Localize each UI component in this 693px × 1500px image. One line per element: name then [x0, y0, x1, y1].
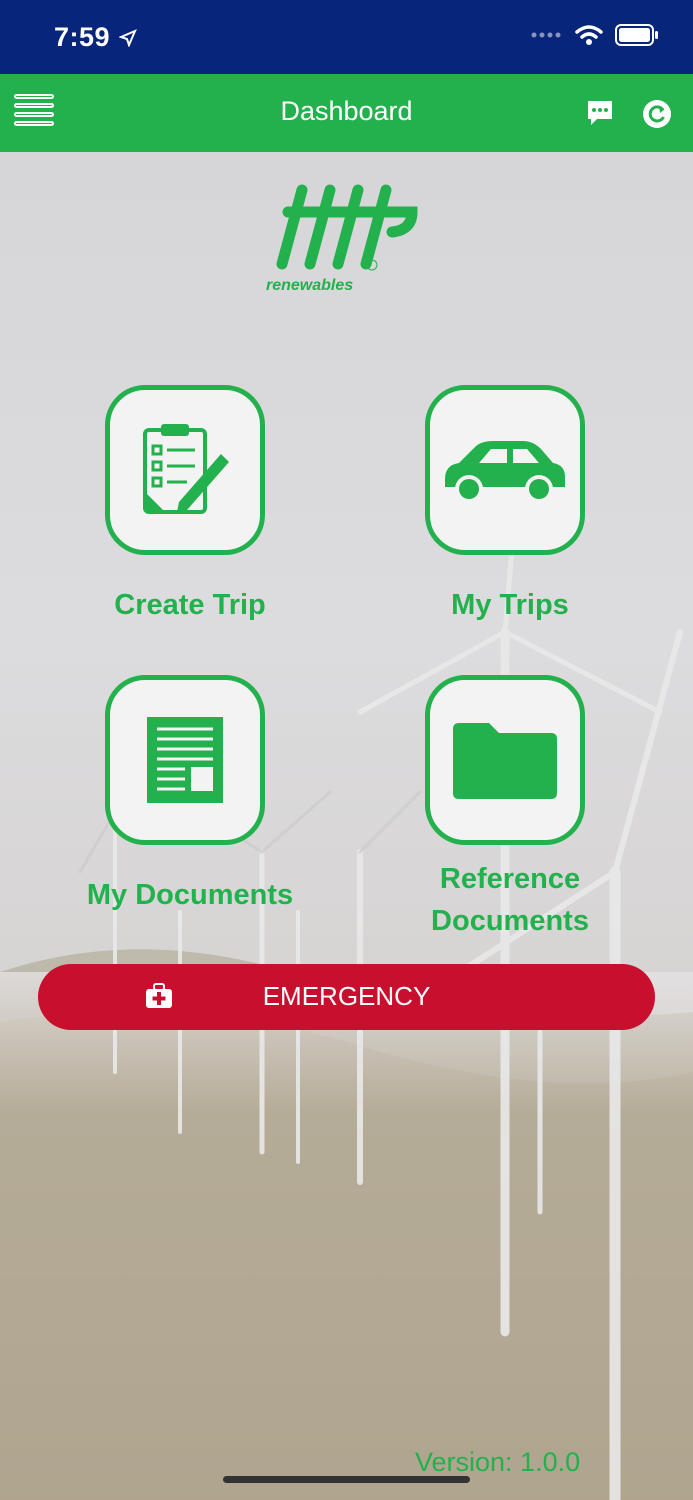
refresh-icon[interactable]	[641, 98, 673, 130]
wind-turbines-image	[0, 449, 693, 1500]
battery-icon	[615, 24, 658, 46]
status-indicators	[531, 24, 659, 46]
emergency-button[interactable]: EMERGENCY	[38, 964, 655, 1030]
my-documents-label: My Documents	[86, 879, 294, 911]
my-trips-button[interactable]	[425, 385, 585, 555]
create-trip-label: Create Trip	[114, 589, 266, 621]
app-header: Dashboard	[0, 74, 693, 152]
folder-icon	[453, 723, 557, 799]
emergency-label: EMERGENCY	[262, 981, 431, 1011]
my-trips-label: My Trips	[451, 589, 569, 621]
status-bar: 7:59	[0, 0, 693, 74]
wifi-icon	[575, 25, 603, 45]
reference-documents-label: Reference Documents	[431, 863, 589, 937]
home-indicator[interactable]	[223, 1476, 470, 1483]
version-text: Version: 1.0.0	[415, 1447, 581, 1477]
chat-icon[interactable]	[585, 98, 615, 128]
status-time: 7:59	[54, 22, 111, 52]
reference-documents-button[interactable]	[425, 675, 585, 845]
location-arrow-icon	[119, 29, 137, 47]
my-documents-button[interactable]	[105, 675, 265, 845]
signal-icon	[531, 32, 561, 38]
clipboard-pen-icon	[143, 424, 229, 514]
car-icon	[445, 441, 565, 503]
create-trip-button[interactable]	[105, 385, 265, 555]
document-icon	[147, 717, 223, 803]
svg-text:renewables: renewables	[266, 277, 353, 294]
wind-farm-background: renewables	[0, 152, 693, 1500]
tilt-renewables-logo: renewables	[266, 184, 418, 294]
